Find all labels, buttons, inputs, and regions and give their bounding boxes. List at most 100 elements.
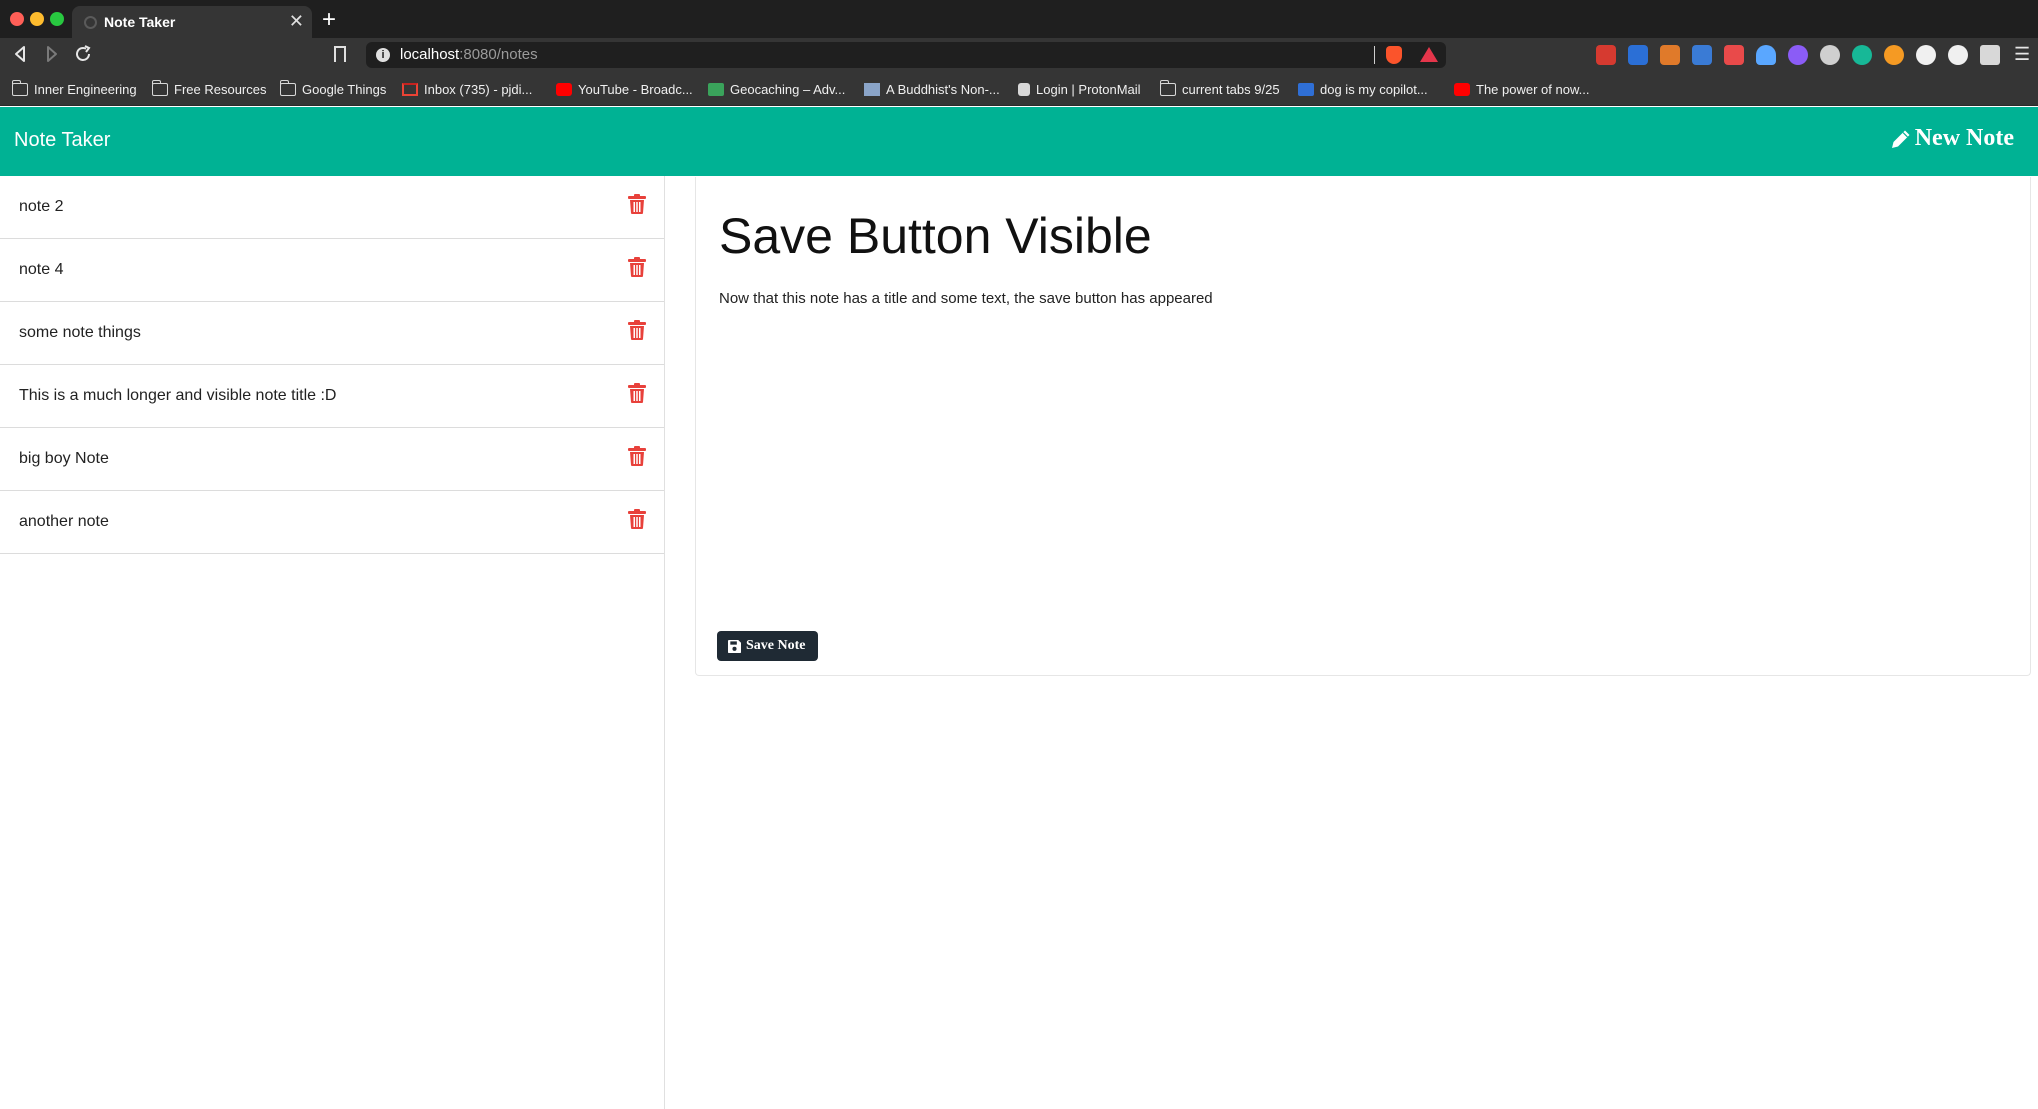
pencil-icon xyxy=(1891,130,1910,148)
extension-icons xyxy=(1596,45,2000,65)
list-item[interactable]: big boy Note xyxy=(0,428,664,491)
bookmark-item[interactable]: current tabs 9/25 xyxy=(1160,79,1280,99)
note-title[interactable]: another note xyxy=(19,513,109,531)
s-extension-icon[interactable] xyxy=(1948,45,1968,65)
trash-icon[interactable] xyxy=(628,320,646,340)
bookmark-label: Login | ProtonMail xyxy=(1036,81,1141,97)
trash-icon[interactable] xyxy=(628,257,646,277)
gmail-icon xyxy=(402,82,418,96)
bookmark-label: Geocaching – Adv... xyxy=(730,81,846,97)
address-bar[interactable]: i localhost:8080/notes xyxy=(366,42,1446,68)
trash-icon[interactable] xyxy=(628,194,646,214)
diamond-extension-icon[interactable] xyxy=(1756,45,1776,65)
note-editor: Save Button Visible Now that this note h… xyxy=(695,177,2031,676)
bookmark-item[interactable]: YouTube - Broadc... xyxy=(556,79,693,99)
bookmark-label: Free Resources xyxy=(174,81,267,97)
new-note-button[interactable]: New Note xyxy=(1889,125,2014,152)
d-icon xyxy=(1298,82,1314,96)
lastpass-icon[interactable] xyxy=(1596,45,1616,65)
list-item[interactable]: note 4 xyxy=(0,239,664,302)
bookmark-item[interactable]: Inbox (735) - pjdi... xyxy=(402,79,532,99)
bookmark-item[interactable]: dog is my copilot... xyxy=(1298,79,1428,99)
circle-extension-icon[interactable] xyxy=(1916,45,1936,65)
folder-icon xyxy=(152,79,168,96)
bookmark-label: Google Things xyxy=(302,81,387,97)
note-title[interactable]: big boy Note xyxy=(19,450,109,468)
trash-icon[interactable] xyxy=(628,383,646,403)
geocaching-icon xyxy=(708,82,724,96)
url-path: :8080/notes xyxy=(459,46,538,63)
notes-list: note 2 note 4 some note things This is a… xyxy=(0,176,665,1109)
bookmark-label: dog is my copilot... xyxy=(1320,81,1428,97)
folder-icon xyxy=(280,79,296,96)
bookmarks-bar: Inner Engineering Free Resources Google … xyxy=(0,71,2038,106)
lock-icon xyxy=(1018,82,1030,96)
extension-p-icon[interactable] xyxy=(1628,45,1648,65)
new-tab-button[interactable]: + xyxy=(322,6,336,34)
back-icon[interactable] xyxy=(10,43,32,65)
new-note-label: New Note xyxy=(1914,125,2014,151)
forward-icon[interactable] xyxy=(40,43,62,65)
url-host: localhost xyxy=(400,46,460,63)
metamask-icon[interactable] xyxy=(1660,45,1680,65)
note-title[interactable]: This is a much longer and visible note t… xyxy=(19,387,336,405)
save-note-label: Save Note xyxy=(746,638,806,653)
gear-extension-icon[interactable] xyxy=(1820,45,1840,65)
brave-rewards-icon[interactable] xyxy=(1420,47,1438,62)
github-icon[interactable] xyxy=(1788,45,1808,65)
browser-tab[interactable]: Note Taker ✕ xyxy=(72,6,312,38)
url-divider xyxy=(1374,46,1375,64)
url-text[interactable]: localhost:8080/notes xyxy=(400,46,538,63)
browser-tab-bar: Note Taker ✕ + xyxy=(0,0,2038,38)
info-icon[interactable]: i xyxy=(376,48,390,62)
bookmark-label: current tabs 9/25 xyxy=(1182,81,1280,97)
bookmark-label: Inbox (735) - pjdi... xyxy=(424,81,533,97)
bookmark-page-icon[interactable] xyxy=(334,46,346,62)
translate-icon[interactable] xyxy=(1692,45,1712,65)
close-tab-icon[interactable]: ✕ xyxy=(289,11,304,31)
image-icon xyxy=(864,82,880,96)
trash-icon[interactable] xyxy=(628,446,646,466)
floppy-disk-icon xyxy=(728,639,741,653)
youtube-icon xyxy=(1454,82,1470,96)
menu-icon[interactable]: ☰ xyxy=(2014,44,2030,65)
folder-icon xyxy=(1160,79,1176,96)
maximize-window-button[interactable] xyxy=(50,12,64,26)
bookmark-label: Inner Engineering xyxy=(34,81,137,97)
app-header: Note Taker New Note xyxy=(0,107,2038,176)
folder-icon xyxy=(12,79,28,96)
honey-icon[interactable] xyxy=(1884,45,1904,65)
save-note-button[interactable]: Save Note xyxy=(717,631,818,661)
list-item[interactable]: some note things xyxy=(0,302,664,365)
note-title[interactable]: some note things xyxy=(19,324,141,342)
bookmark-item[interactable]: Free Resources xyxy=(152,79,266,99)
bookmark-label: YouTube - Broadc... xyxy=(578,81,693,97)
globe-icon xyxy=(84,16,97,29)
bookmark-label: The power of now... xyxy=(1476,81,1590,97)
list-item[interactable]: note 2 xyxy=(0,176,664,239)
trash-icon[interactable] xyxy=(628,509,646,529)
grammarly-icon[interactable] xyxy=(1852,45,1872,65)
puzzle-icon[interactable] xyxy=(1980,45,2000,65)
note-title[interactable]: note 2 xyxy=(19,198,63,216)
bookmark-item[interactable]: A Buddhist's Non-... xyxy=(864,79,1000,99)
note-text-area[interactable]: Now that this note has a title and some … xyxy=(719,290,1213,307)
app-brand[interactable]: Note Taker xyxy=(14,129,110,152)
youtube-icon xyxy=(556,82,572,96)
bookmark-item[interactable]: Login | ProtonMail xyxy=(1018,79,1141,99)
brave-shields-icon[interactable] xyxy=(1386,46,1402,64)
close-window-button[interactable] xyxy=(10,12,24,26)
tab-title: Note Taker xyxy=(104,14,176,30)
bookmark-label: A Buddhist's Non-... xyxy=(886,81,1000,97)
list-item[interactable]: another note xyxy=(0,491,664,554)
note-title[interactable]: note 4 xyxy=(19,261,63,279)
bookmark-item[interactable]: Inner Engineering xyxy=(12,79,137,99)
bookmark-item[interactable]: Google Things xyxy=(280,79,386,99)
bookmark-item[interactable]: Geocaching – Adv... xyxy=(708,79,845,99)
notification-extension-icon[interactable] xyxy=(1724,45,1744,65)
minimize-window-button[interactable] xyxy=(30,12,44,26)
list-item[interactable]: This is a much longer and visible note t… xyxy=(0,365,664,428)
reload-icon[interactable] xyxy=(72,43,94,65)
note-title-input[interactable]: Save Button Visible xyxy=(719,207,1152,265)
bookmark-item[interactable]: The power of now... xyxy=(1454,79,1589,99)
